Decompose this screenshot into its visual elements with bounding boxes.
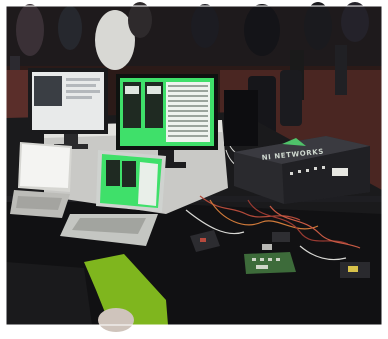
circuit-board	[244, 252, 296, 274]
monitor-right	[224, 90, 258, 146]
expo-table-photo: NI NETWORKS	[0, 0, 388, 339]
